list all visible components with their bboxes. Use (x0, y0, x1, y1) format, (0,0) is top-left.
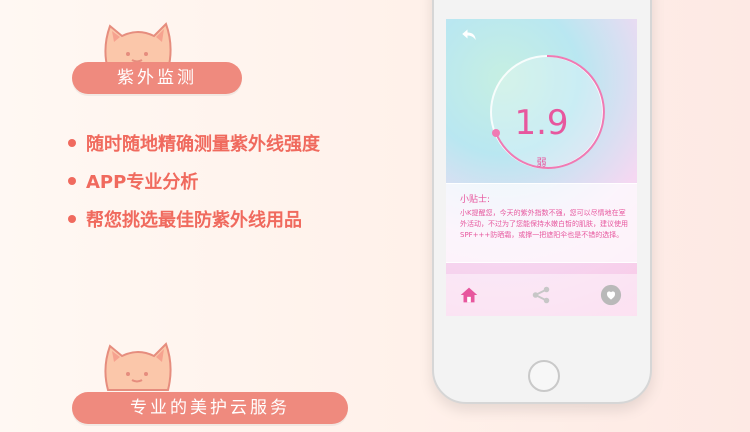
cat-icon (104, 342, 172, 391)
app-screen: 1.9 弱 小贴士: 小K提醒您，今天的紫外指数不强，您可以尽情地在室外活动，不… (446, 19, 637, 316)
bullet-dot (68, 215, 76, 223)
feature-item: 帮您挑选最佳防紫外线用品 (68, 200, 320, 238)
phone-mockup: 1.9 弱 小贴士: 小K提醒您，今天的紫外指数不强，您可以尽情地在室外活动，不… (432, 0, 652, 404)
uv-index-level: 弱 (536, 158, 547, 169)
feature-list: 随时随地精确测量紫外线强度 APP专业分析 帮您挑选最佳防紫外线用品 (68, 124, 320, 238)
section-title-cloud: 专业的美护云服务 (72, 392, 348, 424)
home-icon[interactable] (458, 284, 480, 306)
tips-panel: 小贴士: 小K提醒您，今天的紫外指数不强，您可以尽情地在室外活动，不过为了您能保… (446, 183, 637, 263)
bottom-tab-bar (446, 274, 637, 316)
back-arrow-icon[interactable] (460, 25, 478, 43)
feature-item: 随时随地精确测量紫外线强度 (68, 124, 320, 162)
tips-text: 小K提醒您，今天的紫外指数不强，您可以尽情地在室外活动，不过为了您能保持水嫩白皙… (460, 209, 628, 239)
home-button[interactable] (528, 360, 560, 392)
tips-title: 小贴士: (460, 195, 491, 205)
feature-item: APP专业分析 (68, 162, 320, 200)
section-title-uv: 紫外监测 (72, 62, 242, 94)
uv-index-value: 1.9 (514, 103, 569, 143)
share-icon[interactable] (530, 284, 552, 306)
bullet-dot (68, 177, 76, 185)
user-heart-icon[interactable] (600, 284, 622, 306)
bullet-dot (68, 139, 76, 147)
